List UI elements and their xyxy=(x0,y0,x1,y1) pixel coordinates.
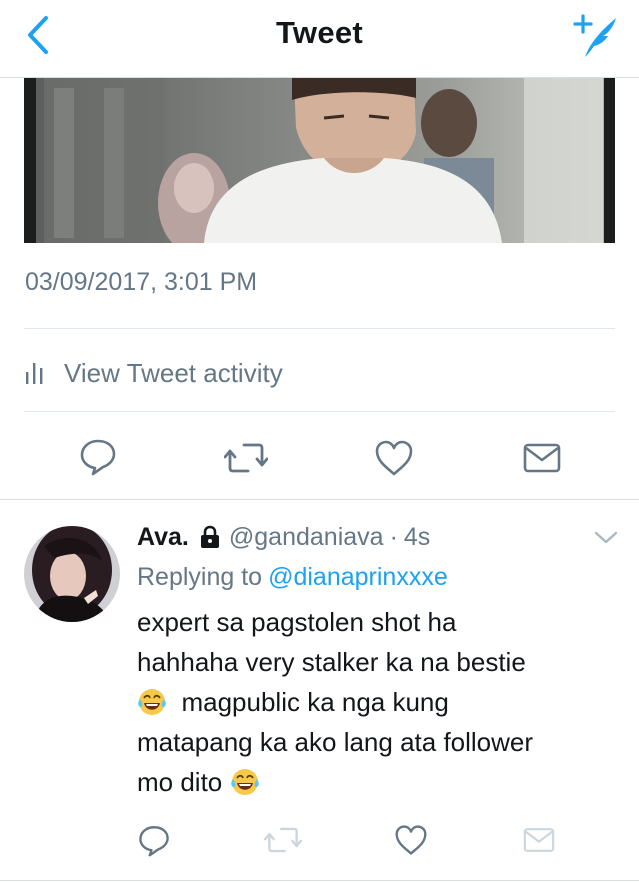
view-tweet-activity-link[interactable]: View Tweet activity xyxy=(24,355,283,391)
reply-icon xyxy=(139,826,169,857)
tears-of-joy-emoji-icon xyxy=(230,769,259,795)
divider xyxy=(24,411,615,412)
like-icon xyxy=(375,440,413,476)
compose-tweet-icon xyxy=(573,14,616,57)
compose-tweet-button[interactable] xyxy=(567,10,619,60)
display-name[interactable]: Ava. xyxy=(137,523,189,552)
separator-dot: · xyxy=(389,522,398,551)
like-icon xyxy=(395,825,427,855)
direct-message-button[interactable] xyxy=(520,436,564,480)
reply-text: expert sa pagstolen shot ha hahhaha very… xyxy=(137,602,617,802)
divider xyxy=(24,328,615,329)
reply-button[interactable] xyxy=(132,818,176,862)
divider xyxy=(0,880,639,881)
lock-icon xyxy=(200,525,219,548)
retweet-icon xyxy=(264,827,302,853)
reply-text-segment: mo dito xyxy=(137,767,223,797)
tweet-timestamp: 03/09/2017, 3:01 PM xyxy=(25,268,258,296)
reply-text-line: mo dito xyxy=(137,762,617,802)
reply-text-line: magpublic ka nga kung xyxy=(137,682,617,722)
tears-of-joy-emoji-icon xyxy=(138,689,166,715)
like-button[interactable] xyxy=(372,436,416,480)
chevron-down-icon[interactable] xyxy=(593,528,619,548)
replying-to-line: Replying to @dianaprinxxxe xyxy=(137,563,448,592)
navigation-bar: Tweet xyxy=(0,0,639,78)
replying-to-label: Replying to xyxy=(137,563,263,591)
reply-header: Ava. @gandaniava · 4s xyxy=(137,520,430,554)
page-title: Tweet xyxy=(275,15,364,50)
retweet-button[interactable] xyxy=(261,818,305,862)
reply-button[interactable] xyxy=(76,434,120,478)
direct-message-icon xyxy=(523,443,561,473)
direct-message-icon xyxy=(523,828,555,852)
reply-icon xyxy=(80,439,116,476)
retweet-icon xyxy=(224,443,268,473)
reply-text-line: matapang ka ako lang ata follower xyxy=(137,727,534,757)
section-divider xyxy=(0,499,639,500)
analytics-icon xyxy=(26,363,43,384)
reply-text-segment: magpublic ka nga kung xyxy=(181,687,449,717)
avatar[interactable] xyxy=(24,526,120,622)
mention-link[interactable]: @dianaprinxxxe xyxy=(268,563,448,591)
direct-message-button[interactable] xyxy=(517,818,561,862)
user-handle[interactable]: @gandaniava xyxy=(229,523,384,552)
reply-text-line: hahhaha very stalker ka na bestie xyxy=(137,647,526,677)
reply-time: 4s xyxy=(403,522,431,551)
like-button[interactable] xyxy=(389,818,433,862)
view-tweet-activity-label: View Tweet activity xyxy=(64,357,283,388)
reply-text-line: expert sa pagstolen shot ha xyxy=(137,607,457,637)
retweet-button[interactable] xyxy=(224,436,268,480)
tweet-media-image[interactable] xyxy=(24,78,615,243)
